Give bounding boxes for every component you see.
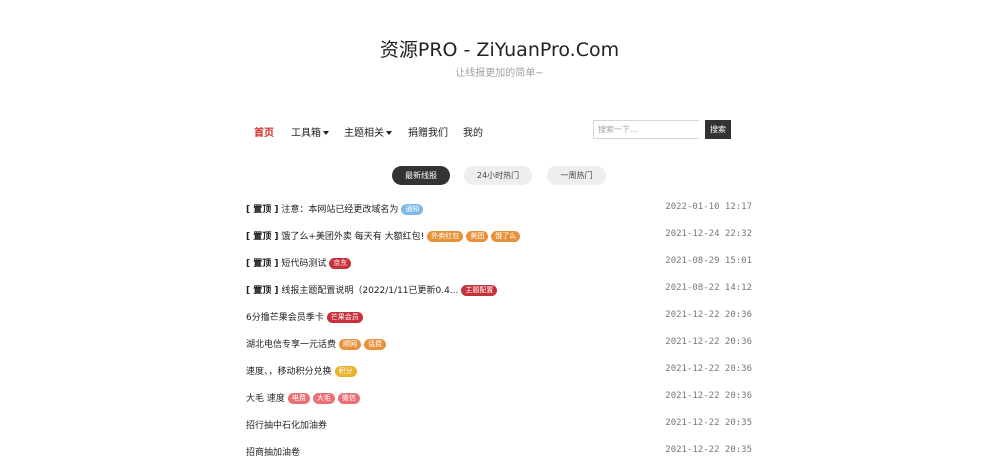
post-tag[interactable]: 电费 xyxy=(287,393,310,404)
post-time: 2021-12-22 20:35 xyxy=(665,418,752,428)
post-title-link[interactable]: 速度、，移动积分兑换 xyxy=(246,367,332,377)
post-tag[interactable]: 芒果会员 xyxy=(326,312,363,323)
post-tag[interactable]: 外卖红包 xyxy=(427,231,464,242)
post-tag[interactable]: 顺网 xyxy=(339,339,362,350)
post-title-wrap: [ 置顶 ] 线报主题配置说明（2022/1/11已更新0.4... 主题配置 xyxy=(246,283,498,296)
post-tag[interactable]: 主题配置 xyxy=(461,285,498,296)
post-title-link[interactable]: 6分撸芒果会员季卡 xyxy=(246,313,324,323)
tab-latest[interactable]: 最新线报 xyxy=(392,166,450,185)
post-row[interactable]: 湖北电信专享一元话费 顺网 话费 2021-12-22 20:36 xyxy=(246,336,752,352)
nav-item-mine[interactable]: 我的 xyxy=(463,124,483,139)
post-tag[interactable]: 积分 xyxy=(334,366,357,377)
post-title-link[interactable]: 大毛 速度 xyxy=(246,394,285,404)
post-time: 2021-12-22 20:35 xyxy=(665,445,752,455)
nav-item-label: 我的 xyxy=(463,128,483,139)
pin-label: [ 置顶 ] xyxy=(246,259,279,269)
post-title-link[interactable]: 饿了么+美团外卖 每天有 大额红包! xyxy=(281,232,424,242)
post-tag[interactable]: 大毛 xyxy=(312,393,335,404)
post-row[interactable]: [ 置顶 ] 线报主题配置说明（2022/1/11已更新0.4... 主题配置 20… xyxy=(246,282,752,298)
nav-item-label: 捐赠我们 xyxy=(408,128,448,139)
nav-item-label: 首页 xyxy=(254,128,274,139)
post-time: 2021-12-22 20:36 xyxy=(665,391,752,401)
post-tag[interactable]: 美团 xyxy=(466,231,489,242)
nav-item-toolbox[interactable]: 工具箱 xyxy=(291,124,329,139)
post-row[interactable]: 大毛 速度 电费 大毛 微信 2021-12-22 20:36 xyxy=(246,390,752,406)
post-title-wrap: 大毛 速度 电费 大毛 微信 xyxy=(246,391,360,404)
main-nav: 首页 工具箱 主题相关 捐赠我们 我的 搜索 xyxy=(244,120,752,142)
post-time: 2021-12-22 20:36 xyxy=(665,337,752,347)
post-title-link[interactable]: 湖北电信专享一元话费 xyxy=(246,340,336,350)
nav-item-label: 主题相关 xyxy=(344,128,384,139)
post-title-wrap: 招商抽加油卷 xyxy=(246,445,300,458)
post-title-link[interactable]: 线报主题配置说明（2022/1/11已更新0.4... xyxy=(281,286,458,296)
post-tag[interactable]: 话费 xyxy=(364,339,387,350)
post-title-wrap: [ 置顶 ] 注意：本网站已经更改域名为 通知 xyxy=(246,202,424,215)
post-row[interactable]: 6分撸芒果会员季卡 芒果会员 2021-12-22 20:36 xyxy=(246,309,752,325)
post-title-wrap: 6分撸芒果会员季卡 芒果会员 xyxy=(246,310,363,323)
post-time: 2021-08-22 14:12 xyxy=(665,283,752,293)
site-title[interactable]: 资源PRO - ZiYuanPro.Com xyxy=(0,35,999,62)
tab-24h-hot[interactable]: 24小时热门 xyxy=(464,166,532,185)
caret-down-icon xyxy=(323,131,329,135)
post-title-wrap: [ 置顶 ] 短代码测试 京东 xyxy=(246,256,352,269)
search-button[interactable]: 搜索 xyxy=(705,120,731,139)
post-row[interactable]: 招行抽中石化加油券 2021-12-22 20:35 xyxy=(246,417,752,433)
post-tag[interactable]: 通知 xyxy=(401,204,424,215)
post-tag[interactable]: 饿了么 xyxy=(491,231,521,242)
post-title-link[interactable]: 注意：本网站已经更改域名为 xyxy=(281,205,398,215)
caret-down-icon xyxy=(386,131,392,135)
nav-item-home[interactable]: 首页 xyxy=(254,124,274,139)
post-title-link[interactable]: 短代码测试 xyxy=(281,259,326,269)
post-row[interactable]: [ 置顶 ] 饿了么+美团外卖 每天有 大额红包! 外卖红包 美团 饿了么 2021-1… xyxy=(246,228,752,244)
post-title-link[interactable]: 招行抽中石化加油券 xyxy=(246,421,327,431)
post-row[interactable]: 速度、，移动积分兑换 积分 2021-12-22 20:36 xyxy=(246,363,752,379)
post-row[interactable]: 招商抽加油卷 2021-12-22 20:35 xyxy=(246,444,752,460)
search-input[interactable] xyxy=(593,120,699,139)
pin-label: [ 置顶 ] xyxy=(246,205,279,215)
post-row[interactable]: [ 置顶 ] 短代码测试 京东 2021-08-29 15:01 xyxy=(246,255,752,271)
post-title-wrap: 湖北电信专享一元话费 顺网 话费 xyxy=(246,337,387,350)
nav-item-donate[interactable]: 捐赠我们 xyxy=(408,124,448,139)
nav-item-label: 工具箱 xyxy=(291,128,321,139)
post-title-wrap: 招行抽中石化加油券 xyxy=(246,418,327,431)
post-tag[interactable]: 微信 xyxy=(337,393,360,404)
pin-label: [ 置顶 ] xyxy=(246,232,279,242)
post-title-wrap: 速度、，移动积分兑换 积分 xyxy=(246,364,357,377)
post-time: 2021-12-22 20:36 xyxy=(665,364,752,374)
post-time: 2022-01-10 12:17 xyxy=(665,202,752,212)
post-tag[interactable]: 京东 xyxy=(329,258,352,269)
tab-week-hot[interactable]: 一周热门 xyxy=(547,166,606,185)
post-row[interactable]: [ 置顶 ] 注意：本网站已经更改域名为 通知 2022-01-10 12:17 xyxy=(246,201,752,217)
post-time: 2021-12-24 22:32 xyxy=(665,229,752,239)
post-title-wrap: [ 置顶 ] 饿了么+美团外卖 每天有 大额红包! 外卖红包 美团 饿了么 xyxy=(246,229,521,242)
post-time: 2021-12-22 20:36 xyxy=(665,310,752,320)
nav-item-theme[interactable]: 主题相关 xyxy=(344,124,392,139)
post-time: 2021-08-29 15:01 xyxy=(665,256,752,266)
post-title-link[interactable]: 招商抽加油卷 xyxy=(246,448,300,458)
site-subtitle: 让线报更加的简单~ xyxy=(455,68,544,79)
pin-label: [ 置顶 ] xyxy=(246,286,279,296)
